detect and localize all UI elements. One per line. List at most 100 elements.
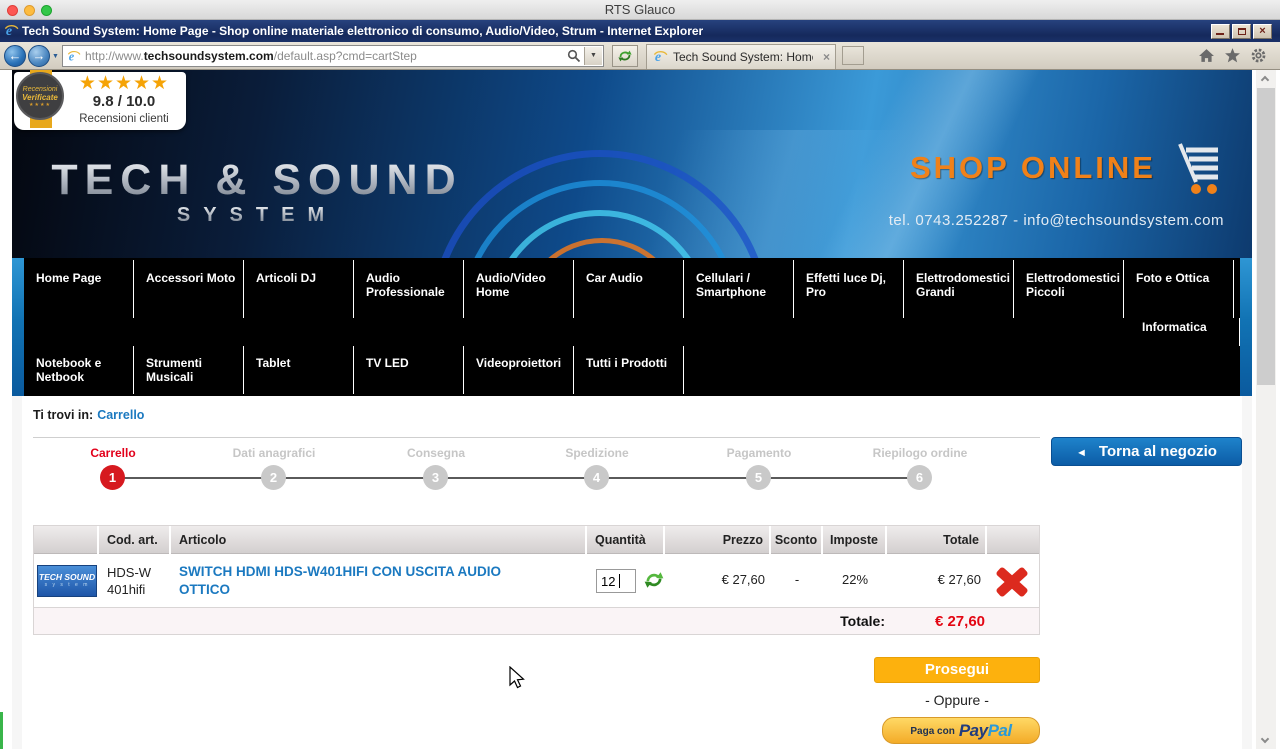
shop-online-text: SHOP ONLINE <box>909 150 1156 185</box>
vertical-scrollbar[interactable] <box>1256 70 1276 749</box>
back-button[interactable]: ← <box>4 45 26 67</box>
nav-item-strumenti-musicali[interactable]: Strumenti Musicali <box>134 346 244 394</box>
site-container: TECH & SOUND SYSTEM SHOP ONLINE tel. 074… <box>12 70 1252 749</box>
item-code-cell: HDS-W401hifi <box>99 554 171 608</box>
browser-tab[interactable]: e Tech Sound System: Home P... × <box>646 44 836 69</box>
nav-item-accessori-moto[interactable]: Accessori Moto <box>134 260 244 318</box>
nav-item-elettrodomestici-grandi[interactable]: Elettrodomestici Grandi <box>904 260 1014 318</box>
nav-item-effetti-luce[interactable]: Effetti luce Dj, Pro <box>794 260 904 318</box>
cart-total-label: Totale: <box>840 613 885 629</box>
cart-table-header: Cod. art. Articolo Quantità Prezzo Scont… <box>34 526 1039 554</box>
mac-minimize-button[interactable] <box>24 5 35 16</box>
step-circle-4[interactable]: 4 <box>584 465 609 490</box>
nav-item-cellulari-smartphone[interactable]: Cellulari / Smartphone <box>684 260 794 318</box>
chevron-down-icon <box>1260 734 1270 744</box>
nav-item-tablet[interactable]: Tablet <box>244 346 354 394</box>
back-icon: ← <box>8 48 22 63</box>
scroll-up-button[interactable] <box>1256 70 1276 87</box>
header-price: Prezzo <box>665 526 771 554</box>
forward-button[interactable]: → <box>28 45 50 67</box>
address-dropdown[interactable]: ▼ <box>584 47 602 65</box>
window-title: Tech Sound System: Home Page - Shop onli… <box>22 24 704 38</box>
nav-item-car-audio[interactable]: Car Audio <box>574 260 684 318</box>
step-circle-5[interactable]: 5 <box>746 465 771 490</box>
restore-icon <box>1238 28 1246 35</box>
breadcrumb: Ti trovi in: Carrello <box>33 408 144 422</box>
delete-item-icon[interactable] <box>993 563 1031 601</box>
step-label-dati-anagrafici: Dati anagrafici <box>232 446 316 460</box>
nav-item-informatica[interactable]: Informatica <box>1130 318 1240 346</box>
scrollbar-thumb[interactable] <box>1257 88 1275 385</box>
item-total: € 27,60 <box>937 572 981 587</box>
nav-row-2: Notebook e Netbook Strumenti Musicali Ta… <box>24 346 1240 394</box>
screen: RTS Glauco e Tech Sound System: Home Pag… <box>0 0 1280 749</box>
gear-icon[interactable] <box>1250 47 1268 65</box>
header-article: Articolo <box>171 526 587 554</box>
nav-item-audio-video-home[interactable]: Audio/Video Home <box>464 260 574 318</box>
site-logo: TECH & SOUND <box>42 156 472 205</box>
refresh-button[interactable] <box>612 45 638 67</box>
breadcrumb-link-carrello[interactable]: Carrello <box>97 408 144 422</box>
desktop-edge-sliver <box>0 712 3 749</box>
scroll-down-button[interactable] <box>1256 732 1276 749</box>
back-to-shop-button[interactable]: ◄ Torna al negozio <box>1051 437 1242 466</box>
verified-reviews-medal: Recensioni Verificate ★★★★ <box>16 72 64 120</box>
rating-score: 9.8 / 10.0 <box>92 93 156 110</box>
ie-titlebar: e Tech Sound System: Home Page - Shop on… <box>0 20 1280 42</box>
content-area: Ti trovi in: Carrello Carrello 1 Dati ana… <box>22 396 1242 749</box>
step-circle-6[interactable]: 6 <box>907 465 932 490</box>
nav-item-home-page[interactable]: Home Page <box>24 260 134 318</box>
step-label-pagamento: Pagamento <box>726 446 792 460</box>
item-code: HDS-W401hifi <box>107 565 152 597</box>
shopping-cart-icon <box>1166 142 1224 201</box>
paypal-logo: Pay <box>958 721 988 740</box>
nav-item-foto-e-ottica[interactable]: Foto e Ottica <box>1124 260 1234 318</box>
step-circle-3[interactable]: 3 <box>423 465 448 490</box>
close-button[interactable]: × <box>1253 24 1272 39</box>
nav-row-1: Home Page Accessori Moto Articoli DJ Aud… <box>24 260 1240 318</box>
cart-total-value: € 27,60 <box>934 613 985 630</box>
paypal-prefix: Paga con <box>910 726 955 737</box>
page-favicon: e <box>67 49 81 68</box>
nav-item-tutti-i-prodotti[interactable]: Tutti i Prodotti <box>574 346 684 394</box>
history-dropdown[interactable]: ▼ <box>52 53 59 60</box>
nav-item-audio-professionale[interactable]: Audio Professionale <box>354 260 464 318</box>
search-icon[interactable] <box>567 49 581 68</box>
product-link[interactable]: SWITCH HDMI HDS-W401HIFI CON USCITA AUDI… <box>171 554 541 599</box>
quantity-wrap <box>596 569 636 593</box>
close-icon: × <box>1259 25 1266 37</box>
divider <box>33 437 1040 438</box>
nav-item-elettrodomestici-piccoli[interactable]: Elettrodomestici Piccoli <box>1014 260 1124 318</box>
step-label-spedizione: Spedizione <box>565 446 629 460</box>
header-total: Totale <box>887 526 987 554</box>
minimize-button[interactable] <box>1211 24 1230 39</box>
step-circle-2[interactable]: 2 <box>261 465 286 490</box>
chevron-up-icon <box>1260 75 1270 85</box>
tab-close-icon[interactable]: × <box>823 45 830 69</box>
quantity-input[interactable] <box>596 569 636 593</box>
tab-favicon: e <box>653 49 668 69</box>
header-thumb <box>34 526 99 554</box>
header-code: Cod. art. <box>99 526 171 554</box>
reviews-badge[interactable]: Recensioni Verificate ★★★★ ★★★★★ 9.8 / 1… <box>14 70 186 130</box>
step-circle-1[interactable]: 1 <box>100 465 125 490</box>
product-thumbnail[interactable]: TECH SOUND s y s t e m <box>37 565 97 597</box>
item-tax: 22% <box>841 572 869 587</box>
nav-item-notebook-netbook[interactable]: Notebook e Netbook <box>24 346 134 394</box>
proceed-button[interactable]: Prosegui <box>874 657 1040 683</box>
mac-zoom-button[interactable] <box>41 5 52 16</box>
favorites-star-icon[interactable] <box>1224 47 1242 65</box>
maximize-button[interactable] <box>1232 24 1251 39</box>
text-caret <box>619 574 620 588</box>
nav-item-videoproiettori[interactable]: Videoproiettori <box>464 346 574 394</box>
home-icon[interactable] <box>1198 47 1216 65</box>
nav-item-tv-led[interactable]: TV LED <box>354 346 464 394</box>
mac-close-button[interactable] <box>7 5 18 16</box>
nav-item-articoli-dj[interactable]: Articoli DJ <box>244 260 354 318</box>
update-quantity-icon[interactable] <box>643 569 665 591</box>
cart-total-row: Totale: € 27,60 <box>34 608 1039 634</box>
new-tab-button[interactable] <box>842 46 864 65</box>
address-bar[interactable]: e http://www.techsoundsystem.com/default… <box>62 45 604 67</box>
paypal-button[interactable]: Paga con PayPal <box>882 717 1040 744</box>
url-text[interactable]: http://www.techsoundsystem.com/default.a… <box>85 46 417 66</box>
